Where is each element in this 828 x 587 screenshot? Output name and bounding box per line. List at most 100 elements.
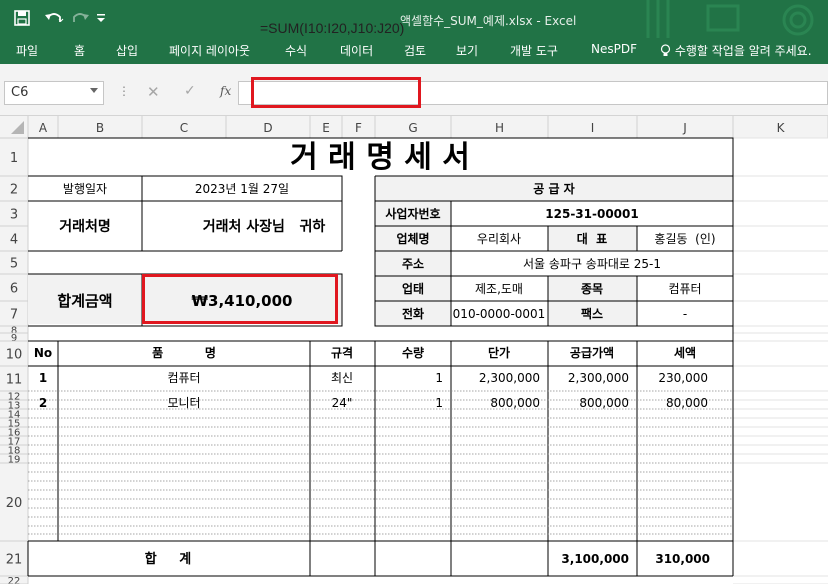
redo-icon[interactable] bbox=[70, 7, 90, 29]
tab-view[interactable]: 보기 bbox=[456, 42, 478, 59]
item-supply: 800,000 bbox=[579, 396, 629, 410]
column-header-a[interactable]: A bbox=[39, 121, 48, 135]
fax-label: 팩스 bbox=[581, 306, 603, 321]
column-header-c[interactable]: C bbox=[180, 121, 188, 135]
total-value: ₩3,410,000 bbox=[191, 292, 292, 310]
column-header-e[interactable]: E bbox=[322, 121, 330, 135]
column-header-d[interactable]: D bbox=[263, 121, 272, 135]
item-unit-price: 2,300,000 bbox=[479, 371, 540, 385]
tab-developer[interactable]: 개발 도구 bbox=[510, 42, 558, 59]
column-header-k[interactable]: K bbox=[777, 121, 786, 135]
row-header-22[interactable]: 22 bbox=[8, 576, 21, 587]
invoice-title: 거 래 명 세 서 bbox=[290, 140, 470, 175]
customize-icon[interactable] bbox=[96, 7, 106, 29]
phone-value: 010-0000-0001 bbox=[453, 307, 546, 321]
business-type-label: 업태 bbox=[402, 281, 424, 296]
item-type-label: 종목 bbox=[581, 282, 603, 296]
company-label: 업체명 bbox=[396, 231, 429, 246]
header-unit-price: 단가 bbox=[488, 345, 510, 360]
tab-insert[interactable]: 삽입 bbox=[116, 42, 138, 59]
title-bar: 액셀함수_SUM_예제.xlsx - Excel bbox=[0, 0, 828, 38]
fax-value: - bbox=[683, 307, 687, 321]
window-title: 액셀함수_SUM_예제.xlsx - Excel bbox=[400, 14, 577, 28]
tell-me-text: 수행할 작업을 알려 주세요. bbox=[674, 44, 812, 58]
item-type-value: 컴퓨터 bbox=[668, 282, 701, 296]
biz-no-label: 사업자번호 bbox=[385, 206, 440, 221]
tab-nespdf[interactable]: NesPDF bbox=[591, 42, 637, 56]
formula-text: =SUM(I10:I20,J10:J20) bbox=[260, 20, 405, 36]
row-header-19[interactable]: 19 bbox=[8, 455, 21, 466]
header-supply: 공급가액 bbox=[570, 345, 614, 360]
tab-formulas[interactable]: 수식 bbox=[285, 42, 307, 59]
save-icon[interactable] bbox=[14, 7, 30, 29]
header-tax: 세액 bbox=[674, 345, 696, 360]
header-qty: 수량 bbox=[402, 346, 424, 360]
tab-home[interactable]: 홈 bbox=[74, 42, 85, 59]
row-header-1[interactable]: 1 bbox=[10, 151, 18, 166]
item-no: 2 bbox=[39, 396, 47, 410]
row-header-2[interactable]: 2 bbox=[10, 183, 18, 198]
header-item: 품 명 bbox=[152, 346, 216, 360]
client-label: 거래처명 bbox=[59, 218, 111, 235]
worksheet[interactable]: ABCDEFGHIJK 1 2 3 4 5 6 7 8 9 10 11 12 13 14 15 16 17 18 1… bbox=[0, 116, 828, 587]
sum-tax: 310,000 bbox=[655, 552, 710, 566]
enter-icon[interactable]: ✓ bbox=[184, 83, 196, 99]
tab-data[interactable]: 데이터 bbox=[340, 42, 373, 59]
chevron-down-icon[interactable] bbox=[90, 88, 98, 94]
worksheet-grid: ABCDEFGHIJK 1234567891011121314151617181… bbox=[0, 116, 828, 587]
issue-date-value: 2023년 1월 27일 bbox=[195, 182, 289, 196]
row-header-3[interactable]: 3 bbox=[10, 208, 18, 223]
row-header-6[interactable]: 6 bbox=[10, 282, 18, 297]
column-header-b[interactable]: B bbox=[96, 121, 104, 135]
item-tax: 80,000 bbox=[666, 396, 708, 410]
address-label: 주소 bbox=[402, 257, 424, 271]
row-header-4[interactable]: 4 bbox=[10, 233, 18, 248]
item-qty: 1 bbox=[435, 371, 443, 385]
sum-label: 합 계 bbox=[145, 551, 192, 567]
row-header-21[interactable]: 21 bbox=[6, 553, 23, 568]
row-header-9[interactable]: 9 bbox=[11, 333, 17, 344]
item-supply: 2,300,000 bbox=[568, 371, 629, 385]
column-header-i[interactable]: I bbox=[591, 121, 595, 135]
item-spec: 24" bbox=[332, 396, 353, 410]
lightbulb-icon bbox=[660, 44, 671, 56]
item-name: 컴퓨터 bbox=[167, 371, 200, 385]
address-value: 서울 송파구 송파대로 25-1 bbox=[523, 257, 661, 271]
sum-supply: 3,100,000 bbox=[561, 552, 629, 566]
row-header-10[interactable]: 10 bbox=[6, 348, 23, 363]
rep-label: 대 표 bbox=[577, 232, 607, 246]
company-value: 우리회사 bbox=[477, 232, 521, 246]
client-value: 거래처 사장님 귀하 bbox=[203, 218, 326, 235]
quick-access-toolbar bbox=[14, 6, 106, 30]
title-decoration bbox=[588, 0, 828, 38]
row-header-20[interactable]: 20 bbox=[6, 496, 23, 511]
item-qty: 1 bbox=[435, 396, 443, 410]
row-header-5[interactable]: 5 bbox=[10, 257, 18, 272]
item-no: 1 bbox=[39, 371, 47, 385]
business-type-value: 제조,도매 bbox=[475, 282, 523, 296]
column-header-j[interactable]: J bbox=[682, 121, 687, 135]
rep-value: 홍길동 (인) bbox=[654, 232, 715, 246]
column-header-h[interactable]: H bbox=[495, 121, 504, 135]
tab-review[interactable]: 검토 bbox=[404, 42, 426, 59]
item-name: 모니터 bbox=[167, 396, 200, 410]
phone-label: 전화 bbox=[402, 306, 424, 321]
row-header-11[interactable]: 11 bbox=[6, 373, 23, 388]
name-box[interactable]: C6 bbox=[4, 81, 104, 105]
biz-no-value: 125-31-00001 bbox=[545, 207, 638, 221]
row-header-7[interactable]: 7 bbox=[10, 308, 18, 323]
item-unit-price: 800,000 bbox=[490, 396, 540, 410]
column-header-g[interactable]: G bbox=[408, 121, 417, 135]
undo-icon[interactable] bbox=[44, 7, 64, 29]
tab-file[interactable]: 파일 bbox=[16, 42, 38, 59]
total-label: 합계금액 bbox=[57, 292, 112, 310]
column-header-f[interactable]: F bbox=[355, 121, 362, 135]
formula-highlight bbox=[251, 77, 421, 108]
formula-bar-grip-icon: ⋮ bbox=[118, 84, 130, 98]
ribbon-tabs: 파일 홈 삽입 페이지 레이아웃 수식 데이터 검토 보기 개발 도구 NesP… bbox=[0, 38, 828, 64]
insert-function-icon[interactable]: fx bbox=[220, 84, 231, 98]
supplier-header: 공 급 자 bbox=[533, 181, 574, 196]
tell-me-box[interactable]: 수행할 작업을 알려 주세요. bbox=[660, 42, 812, 59]
tab-page-layout[interactable]: 페이지 레이아웃 bbox=[169, 42, 250, 59]
cancel-icon[interactable]: ✕ bbox=[147, 83, 160, 101]
